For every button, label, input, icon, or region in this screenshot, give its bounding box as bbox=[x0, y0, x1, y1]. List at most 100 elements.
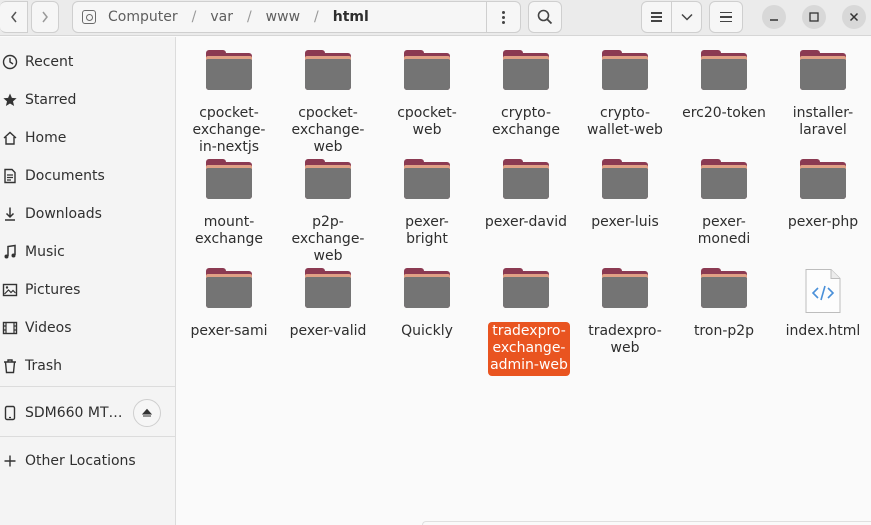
minimize-icon bbox=[770, 19, 778, 21]
file-name-line: p2p- bbox=[312, 214, 344, 230]
location-bar[interactable]: Computer / var / www / html bbox=[72, 1, 521, 33]
eject-button[interactable] bbox=[133, 399, 161, 427]
breadcrumb-var[interactable]: var bbox=[208, 9, 235, 25]
folder-icon bbox=[206, 268, 252, 308]
file-name-line: Quickly bbox=[401, 323, 453, 339]
hamburger-icon[interactable] bbox=[709, 1, 743, 33]
file-name-line: exchange- bbox=[291, 231, 365, 247]
file-name-line: pexer-luis bbox=[591, 214, 659, 230]
file-name-line: exchange bbox=[195, 231, 263, 247]
file-name-line: in-nextjs bbox=[198, 139, 259, 155]
folder-item[interactable]: pexer-david bbox=[477, 156, 575, 256]
sidebar-item-label: Recent bbox=[25, 54, 74, 70]
sidebar-item-home[interactable]: Home bbox=[0, 120, 176, 156]
folder-icon bbox=[503, 268, 549, 308]
folder-item[interactable]: pexer-monedi bbox=[675, 156, 773, 256]
header-bar: Computer / var / www / html bbox=[0, 0, 871, 36]
phone-icon bbox=[4, 405, 16, 421]
folder-item[interactable]: pexer-sami bbox=[180, 265, 278, 365]
file-name-label: mount-exchange bbox=[180, 214, 278, 248]
file-name-line: tron-p2p bbox=[693, 323, 755, 339]
folder-item[interactable]: crypto-wallet-web bbox=[576, 47, 674, 147]
folder-item[interactable]: p2p-exchange-web bbox=[279, 156, 377, 264]
back-button[interactable] bbox=[0, 1, 28, 33]
folder-item[interactable]: tradexpro-exchange-admin-web bbox=[477, 265, 575, 376]
folder-item[interactable]: erc20-token bbox=[675, 47, 773, 147]
close-button[interactable] bbox=[842, 5, 866, 29]
file-name-line: exchange- bbox=[192, 122, 266, 138]
folder-icon bbox=[305, 268, 351, 308]
folder-item[interactable]: Quickly bbox=[378, 265, 476, 365]
file-name-label: Quickly bbox=[378, 323, 476, 340]
folder-item[interactable]: cpocket-exchange-in-nextjs bbox=[180, 47, 278, 155]
folder-item[interactable]: mount-exchange bbox=[180, 156, 278, 256]
folder-icon bbox=[800, 159, 846, 199]
sidebar-item-downloads[interactable]: Downloads bbox=[0, 196, 176, 232]
file-name-line: exchange- bbox=[291, 122, 365, 138]
folder-icon bbox=[305, 50, 351, 90]
maximize-button[interactable] bbox=[802, 5, 826, 29]
folder-item[interactable]: pexer-luis bbox=[576, 156, 674, 256]
sidebar-item-label: Starred bbox=[25, 92, 77, 108]
sidebar-item-other-locations[interactable]: Other Locations bbox=[0, 443, 176, 479]
breadcrumb-www[interactable]: www bbox=[264, 9, 302, 25]
file-name-line: cpocket- bbox=[298, 105, 358, 121]
home-icon bbox=[3, 131, 17, 145]
file-name-line: wallet-web bbox=[587, 122, 663, 138]
breadcrumb-separator: / bbox=[314, 9, 319, 25]
sidebar-item-pictures[interactable]: Pictures bbox=[0, 272, 176, 308]
sidebar-item-documents[interactable]: Documents bbox=[0, 158, 176, 194]
folder-item[interactable]: tron-p2p bbox=[675, 265, 773, 365]
sidebar-item-music[interactable]: Music bbox=[0, 234, 176, 270]
file-name-line: tradexpro- bbox=[588, 323, 662, 339]
file-name-line: web bbox=[610, 340, 640, 356]
file-name-label: cpocket-exchange-web bbox=[279, 105, 377, 156]
folder-icon bbox=[602, 159, 648, 199]
folder-icon bbox=[305, 159, 351, 199]
sidebar-item-recent[interactable]: Recent bbox=[0, 44, 176, 80]
folder-item[interactable]: installer-laravel bbox=[774, 47, 871, 147]
vertical-ellipsis-icon[interactable] bbox=[486, 2, 520, 32]
sidebar-item-starred[interactable]: Starred bbox=[0, 82, 176, 118]
forward-button[interactable] bbox=[31, 1, 59, 33]
sidebar-item-label: Music bbox=[25, 244, 65, 260]
trash-icon bbox=[4, 359, 16, 374]
sidebar-item-videos[interactable]: Videos bbox=[0, 310, 176, 346]
folder-item[interactable]: crypto-exchange bbox=[477, 47, 575, 147]
sidebar-item-trash[interactable]: Trash bbox=[0, 348, 176, 384]
chevron-left-icon bbox=[10, 11, 17, 23]
minimize-button[interactable] bbox=[762, 5, 786, 29]
list-view-icon[interactable] bbox=[642, 2, 673, 32]
file-item[interactable]: index.html bbox=[774, 265, 871, 365]
maximize-icon bbox=[809, 12, 819, 22]
view-options bbox=[641, 1, 702, 33]
chevron-down-icon bbox=[681, 13, 693, 21]
folder-item[interactable]: cpocket-web bbox=[378, 47, 476, 147]
breadcrumb-computer[interactable]: Computer bbox=[106, 9, 180, 25]
sidebar-item-label: Trash bbox=[25, 358, 62, 374]
close-icon bbox=[849, 12, 859, 22]
folder-item[interactable]: pexer-php bbox=[774, 156, 871, 256]
file-name-line: erc20-token bbox=[682, 105, 766, 121]
file-name-label: pexer-sami bbox=[180, 323, 278, 340]
file-name-label: pexer-david bbox=[477, 214, 575, 231]
folder-item[interactable]: tradexpro-web bbox=[576, 265, 674, 365]
file-name-label: tradexpro-web bbox=[576, 323, 674, 357]
folder-icon bbox=[404, 159, 450, 199]
eject-icon bbox=[142, 408, 152, 417]
file-name-label: cpocket-exchange-in-nextjs bbox=[180, 105, 278, 156]
sidebar-divider bbox=[0, 436, 176, 437]
file-name-line: pexer-valid bbox=[289, 323, 367, 339]
file-name-line: pexer-david bbox=[484, 214, 568, 230]
breadcrumb-html[interactable]: html bbox=[331, 9, 371, 25]
folder-item[interactable]: cpocket-exchange-web bbox=[279, 47, 377, 155]
file-name-line: crypto- bbox=[501, 105, 551, 121]
download-icon bbox=[5, 207, 15, 221]
file-name-line: crypto- bbox=[600, 105, 650, 121]
view-dropdown-button[interactable] bbox=[672, 2, 701, 32]
search-button[interactable] bbox=[528, 1, 562, 33]
folder-item[interactable]: pexer-valid bbox=[279, 265, 377, 365]
file-name-label: pexer-bright bbox=[378, 214, 476, 248]
folder-item[interactable]: pexer-bright bbox=[378, 156, 476, 256]
file-name-line: bright bbox=[406, 231, 448, 247]
